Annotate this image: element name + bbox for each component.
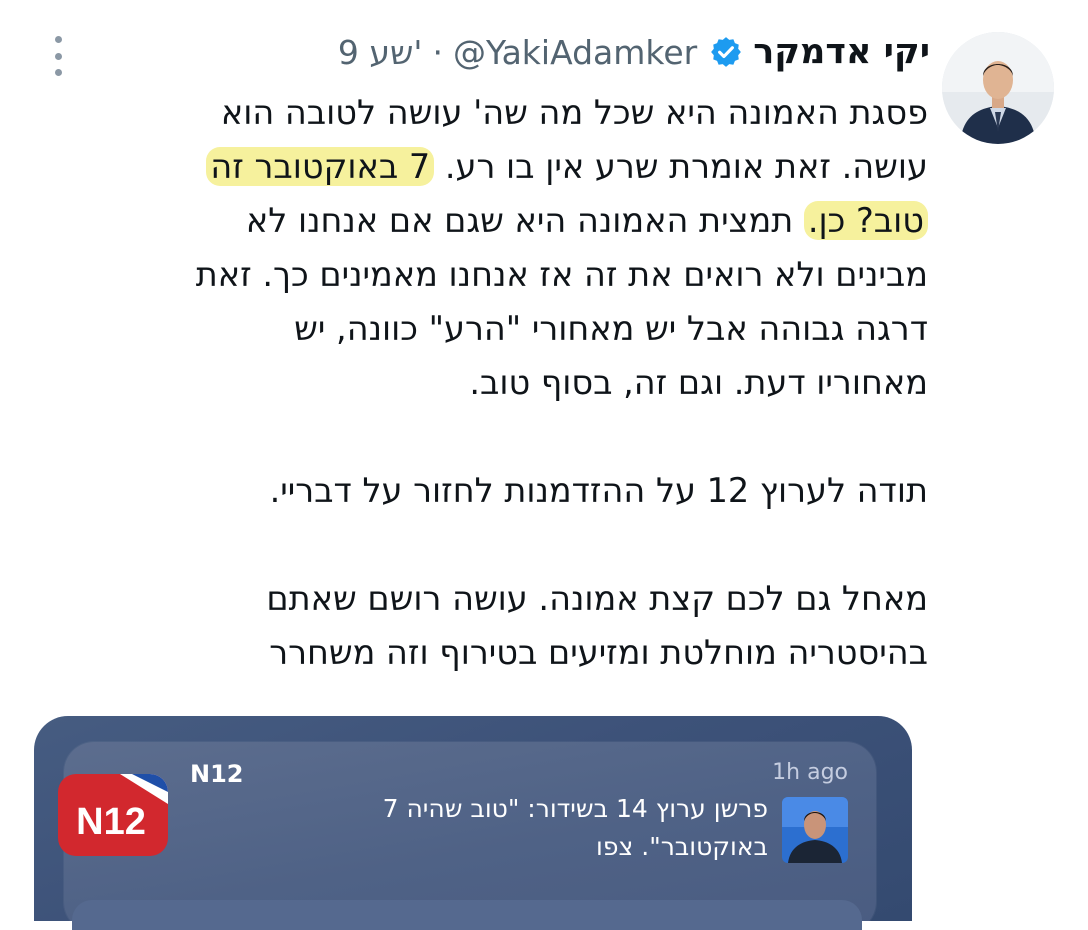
tweet-line: מאחל גם לכם קצת אמונה. עושה רושם שאתם [266, 579, 928, 618]
verified-badge-icon [711, 37, 742, 67]
tweet-line: בהיסטריה מוחלטת ומזיעים בטירוף וזה משחרר [269, 633, 928, 672]
tweet-text-fragment: תמצית האמונה היא שגם אם אנחנו לא [245, 201, 804, 240]
app-icon-text: N12 [76, 801, 146, 843]
tweet-line: מאחוריו דעת. וגם זה, בסוף טוב. [469, 363, 928, 402]
author-handle[interactable]: @YakiAdamker [453, 33, 697, 72]
tweet-text: פסגת האמונה היא שכל מה שה' עושה לטובה הו… [30, 86, 928, 680]
notification-time: 1h ago [772, 760, 848, 785]
tweet-line: עושה. זאת אומרת שרע אין בו רע. 7 באוקטוב… [30, 140, 928, 194]
avatar-photo [942, 32, 1054, 144]
notification-thumbnail [782, 797, 848, 863]
tweet-timestamp[interactable]: 9 שע' [338, 33, 423, 72]
notification-app-name: N12 [190, 760, 244, 788]
notification-line: פרשן ערוץ 14 בשידור: "טוב שהיה 7 [382, 794, 768, 823]
highlighted-text: טוב? כן. [803, 201, 928, 240]
tweet-line: פסגת האמונה היא שכל מה שה' עושה לטובה הו… [220, 93, 928, 132]
notification-line: באוקטובר". צפו [596, 832, 768, 861]
author-display-name[interactable]: יקי אדמקר [753, 32, 930, 72]
tweet-header: יקי אדמקר @YakiAdamker · 9 שע' [338, 28, 930, 76]
tweet-line: טוב? כן. תמצית האמונה היא שגם אם אנחנו ל… [30, 194, 928, 248]
n12-app-icon: N12 [58, 774, 168, 856]
tweet-line: תודה לערוץ 12 על ההזדמנות לחזור על דבריי… [269, 471, 928, 510]
author-avatar[interactable] [942, 32, 1054, 144]
separator-dot: · [432, 32, 443, 72]
tweet-text-fragment: עושה. זאת אומרת שרע אין בו רע. [434, 147, 928, 186]
highlighted-text: 7 באוקטובר זה [206, 147, 435, 186]
stacked-notification-edge [72, 900, 862, 930]
tweet-line: מבינים ולא רואים את זה אז אנחנו מאמינים … [195, 255, 928, 294]
notification-text: פרשן ערוץ 14 בשידור: "טוב שהיה 7 באוקטוב… [200, 790, 768, 866]
tweet-line: דרגה גבוהה אבל יש מאחורי "הרע" כוונה, יש [294, 309, 928, 348]
more-options-icon[interactable] [48, 36, 68, 76]
